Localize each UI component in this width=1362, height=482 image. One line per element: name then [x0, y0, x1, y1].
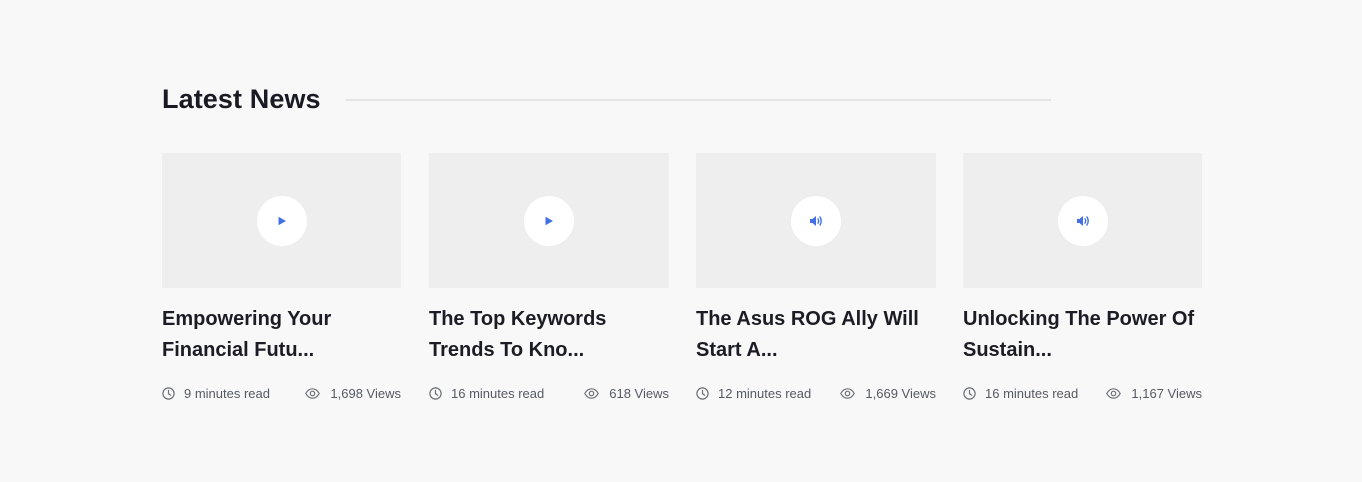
read-time-text: 12 minutes read — [718, 386, 812, 401]
news-card[interactable]: Unlocking The Power Of Sustain... 16 min… — [963, 153, 1202, 401]
eye-icon — [584, 388, 600, 399]
view-count: 618 Views — [584, 386, 669, 401]
play-button[interactable] — [256, 195, 307, 246]
play-icon — [545, 216, 553, 225]
clock-icon — [429, 387, 442, 400]
card-title-line: Empowering Your — [162, 308, 332, 330]
read-time-text: 16 minutes read — [451, 386, 545, 401]
speaker-icon — [1076, 215, 1089, 226]
card-title-line: Trends To Kno... — [429, 339, 585, 361]
card-meta: 16 minutes read 1,167 Views — [963, 386, 1202, 401]
view-count-text: 618 Views — [609, 386, 669, 401]
view-count-text: 1,167 Views — [1131, 386, 1202, 401]
play-icon — [278, 216, 286, 225]
latest-news-section: Latest News Empowering Your Financial Fu… — [0, 0, 1362, 482]
card-title-line: The Top Keywords — [429, 308, 607, 330]
audio-button[interactable] — [1057, 195, 1108, 246]
card-title[interactable]: Empowering Your Financial Futu... — [162, 304, 401, 366]
read-time: 9 minutes read — [162, 386, 270, 401]
card-title-line: Sustain... — [963, 339, 1052, 361]
card-thumbnail[interactable] — [963, 153, 1202, 288]
clock-icon — [696, 387, 709, 400]
card-title-line: Unlocking The Power Of — [963, 308, 1195, 330]
news-card-list: Empowering Your Financial Futu... 9 minu… — [162, 153, 1202, 401]
audio-button[interactable] — [791, 195, 841, 246]
card-meta: 9 minutes read 1,698 Views — [162, 386, 401, 401]
card-thumbnail[interactable] — [696, 153, 936, 288]
news-card[interactable]: Empowering Your Financial Futu... 9 minu… — [162, 153, 401, 401]
read-time: 16 minutes read — [963, 386, 1078, 401]
card-title-line: The Asus ROG Ally Will — [696, 308, 919, 330]
view-count: 1,698 Views — [305, 386, 401, 401]
view-count: 1,167 Views — [1106, 386, 1202, 401]
card-title[interactable]: The Asus ROG Ally Will Start A... — [696, 304, 936, 366]
section-header: Latest News — [162, 80, 1051, 118]
card-title-line: Start A... — [696, 339, 778, 361]
eye-icon — [305, 388, 321, 399]
header-divider — [345, 99, 1051, 101]
card-meta: 16 minutes read 618 Views — [429, 386, 669, 401]
speaker-icon — [810, 215, 822, 226]
news-card[interactable]: The Top Keywords Trends To Kno... 16 min… — [429, 153, 669, 401]
eye-icon — [840, 388, 856, 399]
card-thumbnail[interactable] — [162, 153, 401, 288]
card-thumbnail[interactable] — [429, 153, 669, 288]
read-time: 12 minutes read — [696, 386, 811, 401]
news-card[interactable]: The Asus ROG Ally Will Start A... 12 min… — [696, 153, 936, 401]
card-title[interactable]: The Top Keywords Trends To Kno... — [429, 304, 669, 366]
read-time-text: 9 minutes read — [184, 386, 270, 401]
card-title[interactable]: Unlocking The Power Of Sustain... — [963, 304, 1202, 366]
view-count-text: 1,669 Views — [865, 386, 936, 401]
play-button[interactable] — [524, 195, 574, 246]
view-count: 1,669 Views — [840, 386, 936, 401]
section-title: Latest News — [162, 83, 321, 114]
clock-icon — [963, 387, 976, 400]
card-title-line: Financial Futu... — [162, 339, 315, 361]
clock-icon — [162, 387, 175, 400]
view-count-text: 1,698 Views — [330, 386, 401, 401]
card-meta: 12 minutes read 1,669 Views — [696, 386, 936, 401]
read-time-text: 16 minutes read — [985, 386, 1079, 401]
read-time: 16 minutes read — [429, 386, 544, 401]
eye-icon — [1106, 388, 1122, 399]
